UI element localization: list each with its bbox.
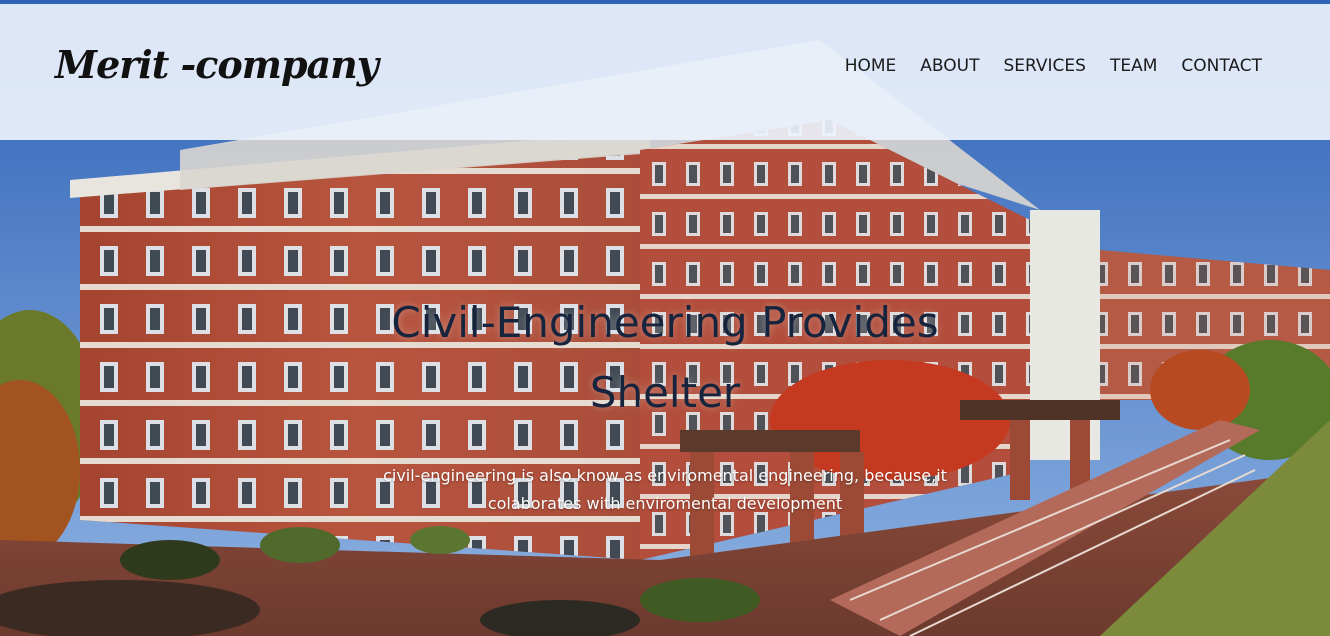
- main-nav: HOME ABOUT SERVICES TEAM CONTACT: [821, 56, 1262, 76]
- nav-item-services[interactable]: SERVICES: [1003, 56, 1085, 76]
- hero-title-line-1: Civil-Engineering Provides: [391, 298, 939, 347]
- hero-title: Civil-Engineering Provides Shelter: [333, 288, 997, 428]
- hero-title-line-2: Shelter: [589, 368, 741, 417]
- hero-subtitle-line-2: colaborates with enviromental developmen…: [487, 494, 843, 513]
- nav-item-team[interactable]: TEAM: [1110, 56, 1157, 76]
- landing-page: Merit -company HOME ABOUT SERVICES TEAM …: [0, 0, 1330, 636]
- nav-item-home[interactable]: HOME: [845, 56, 897, 76]
- site-header: Merit -company HOME ABOUT SERVICES TEAM …: [0, 4, 1330, 140]
- nav-item-contact[interactable]: CONTACT: [1181, 56, 1262, 76]
- hero-subtitle: civil-engineering is also know as enviro…: [333, 462, 997, 518]
- nav-item-about[interactable]: ABOUT: [920, 56, 979, 76]
- brand-logo[interactable]: Merit -company: [55, 42, 379, 87]
- hero-subtitle-line-1: civil-engineering is also know as enviro…: [383, 466, 947, 485]
